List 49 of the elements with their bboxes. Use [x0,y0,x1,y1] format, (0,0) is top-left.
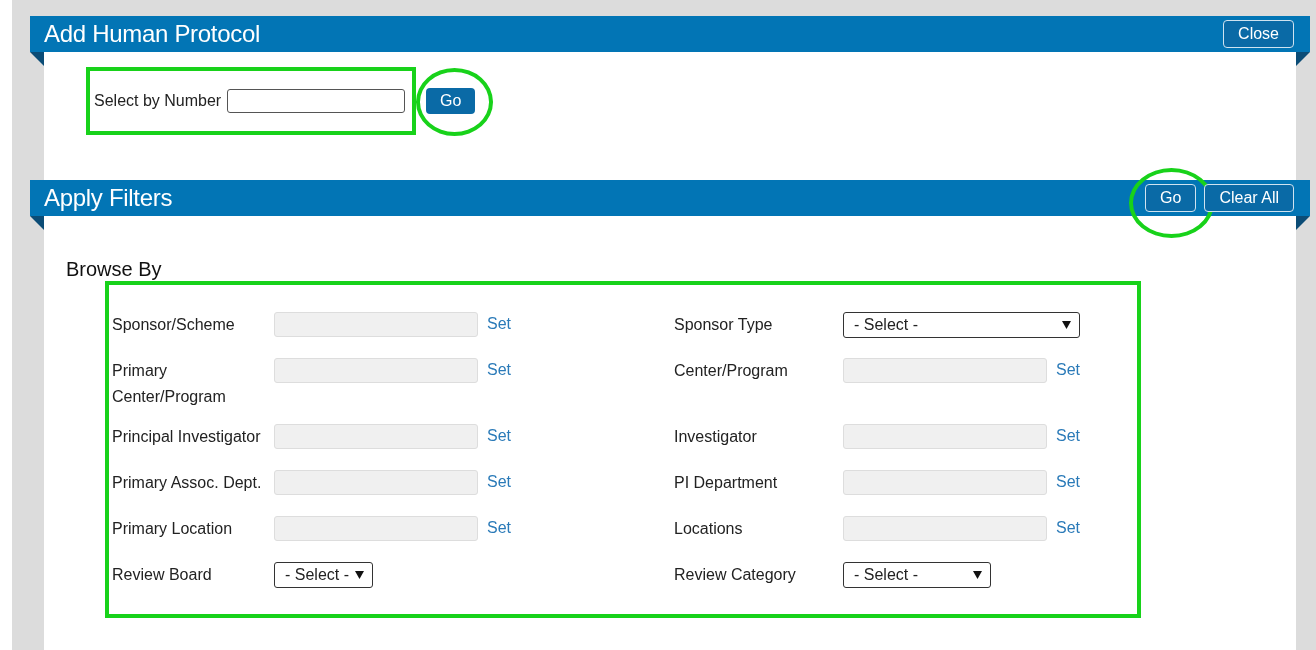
set-link[interactable]: Set [1056,516,1080,540]
lookup-field[interactable] [843,516,1047,541]
section-heading: Browse By [66,258,163,280]
ribbon-fold [30,52,44,66]
select-dropdown[interactable]: - Select - [274,562,373,588]
set-link[interactable]: Set [1056,358,1080,382]
caret-icon [1062,321,1071,329]
lookup-field[interactable] [274,424,478,449]
lookup-field[interactable] [274,470,478,495]
ribbon-fold [1296,216,1310,230]
field-label: Locations [674,519,744,539]
lookup-field[interactable] [843,358,1047,383]
field-label: Review Category [674,565,797,585]
field-label: Select by Number [94,92,222,110]
field-label: Principal Investigator [112,427,262,447]
field-label: Primary Assoc. Dept. [112,473,263,493]
caret-icon [355,571,364,579]
ribbon-fold [1296,52,1310,66]
go-button[interactable]: Go [426,88,476,114]
set-link[interactable]: Set [487,470,511,494]
number-field[interactable] [227,89,406,113]
lookup-field[interactable] [843,424,1047,449]
field-label: Center/Program [674,361,789,381]
field-label: Sponsor/Scheme [112,315,236,335]
set-link[interactable]: Set [487,358,511,382]
close-button[interactable]: Close [1223,20,1294,48]
field-label: Primary Location [112,519,234,539]
clear-all-button[interactable]: Clear All [1204,184,1294,212]
go-button[interactable]: Go [1145,184,1197,212]
select-dropdown[interactable]: - Select - [843,312,1080,338]
set-link[interactable]: Set [487,312,511,336]
lookup-field[interactable] [843,470,1047,495]
field-label: Sponsor Type [674,315,774,335]
ribbon-fold [30,216,44,230]
section-title: Apply Filters [44,184,173,212]
caret-icon [973,571,982,579]
field-label: Review Board [112,565,213,585]
set-link[interactable]: Set [1056,424,1080,448]
field-label: PI Department [674,473,779,493]
set-link[interactable]: Set [1056,470,1080,494]
set-link[interactable]: Set [487,516,511,540]
lookup-field[interactable] [274,312,478,337]
section-title: Add Human Protocol [44,20,261,48]
field-label: Primary Center/Program [112,361,227,407]
lookup-field[interactable] [274,358,478,383]
select-dropdown[interactable]: - Select - [843,562,991,588]
set-link[interactable]: Set [487,424,511,448]
field-label: Investigator [674,427,758,447]
lookup-field[interactable] [274,516,478,541]
